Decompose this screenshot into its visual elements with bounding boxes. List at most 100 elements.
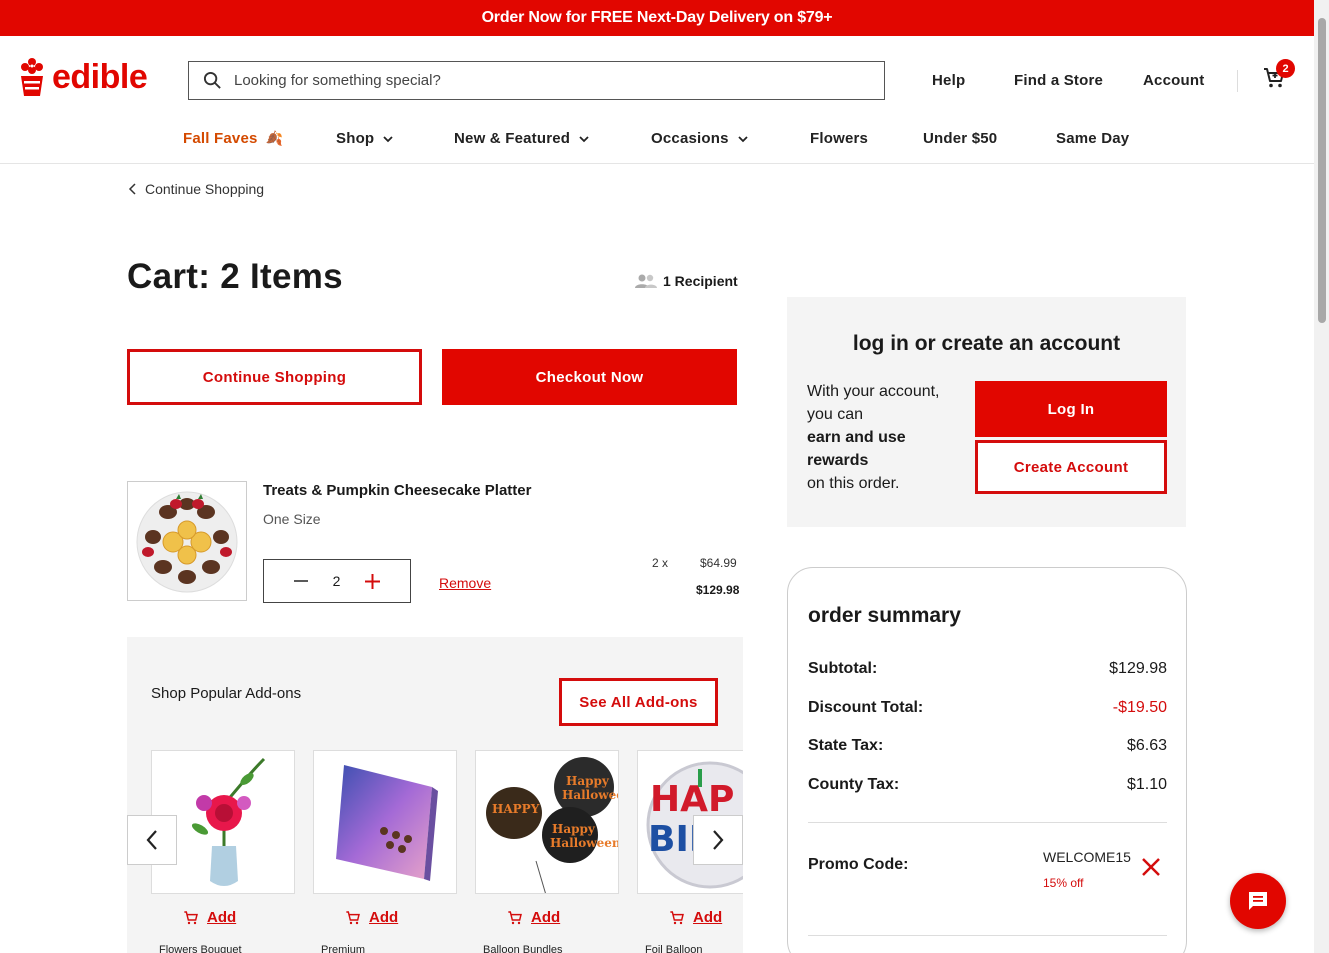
nav-new-featured[interactable]: New & Featured [454,130,590,147]
log-in-button[interactable]: Log In [975,381,1167,437]
nav-flowers[interactable]: Flowers [810,130,868,147]
cart-count-badge: 2 [1276,59,1295,78]
create-account-button[interactable]: Create Account [975,440,1167,494]
chat-button[interactable] [1230,873,1286,929]
login-text-2: on this order. [807,475,900,492]
nav-fall-faves-label: Fall Faves [183,130,258,147]
addon-add-button[interactable]: Add [507,909,560,926]
header-divider [1237,70,1238,92]
addon-add-label: Add [531,909,561,926]
nav-flowers-label: Flowers [810,130,869,147]
chevron-left-icon [128,183,136,195]
svg-text:Happy: Happy [552,822,596,836]
addon-name: Premium [321,944,366,953]
nav-same-day-label: Same Day [1056,130,1130,147]
addon-add-label: Add [207,909,237,926]
recipient-count: 1 Recipient [635,273,738,289]
page-title: Cart: 2 Items [127,257,343,296]
login-panel: log in or create an account With your ac… [787,297,1186,527]
summary-label: Subtotal: [808,660,878,677]
search-bar[interactable] [188,61,885,100]
chat-icon [1249,892,1267,910]
remove-link[interactable]: Remove [439,575,491,591]
checkout-now-button[interactable]: Checkout Now [442,349,737,405]
summary-divider [808,822,1167,823]
summary-row-discount: Discount Total: -$19.50 [808,699,1167,717]
carousel-prev-button[interactable] [127,815,177,865]
svg-text:HAP: HAP [650,779,734,820]
summary-label: State Tax: [808,737,884,754]
login-text-bold: earn and use rewards [807,429,906,469]
find-store-link[interactable]: Find a Store [1014,72,1103,89]
cart-button[interactable]: 2 [1262,59,1295,92]
chevron-down-icon [383,135,393,142]
help-link[interactable]: Help [932,72,965,89]
nav-same-day[interactable]: Same Day [1056,130,1129,147]
see-all-addons-button[interactable]: See All Add-ons [559,678,718,726]
svg-text:Halloween: Halloween [562,788,619,802]
minus-icon[interactable] [294,574,308,588]
summary-value: $1.10 [1126,776,1167,793]
addon-add-button[interactable]: Add [183,909,236,926]
nav-shop[interactable]: Shop [336,130,394,147]
unit-count: 2 x [652,556,669,570]
login-text-1: With your account, you can [807,383,940,423]
chevron-down-icon [738,135,748,142]
cart-plus-icon [508,910,522,924]
summary-row-county-tax: County Tax: $1.10 [808,776,1167,794]
nav-occasions[interactable]: Occasions [651,130,749,147]
addons-title: Shop Popular Add-ons [151,685,302,702]
site-header: edible Help Find a Store Account 2 Fall … [0,36,1314,164]
nav-new-featured-label: New & Featured [454,130,571,147]
chevron-left-icon [146,830,157,850]
page-scrollbar[interactable] [1314,0,1329,953]
logo-icon [21,58,43,96]
scrollbar-thumb[interactable] [1318,18,1326,323]
cart-plus-icon [346,910,360,924]
order-summary: order summary Subtotal: $129.98 Discount… [787,567,1187,953]
svg-text:Halloween: Halloween [550,836,619,850]
summary-row-state-tax: State Tax: $6.63 [808,737,1167,755]
nav-occasions-label: Occasions [651,130,729,147]
summary-row-subtotal: Subtotal: $129.98 [808,660,1167,678]
search-input[interactable] [234,72,884,89]
summary-divider [808,935,1167,936]
close-icon[interactable] [1140,856,1162,878]
plus-icon[interactable] [364,573,380,589]
quantity-value[interactable]: 2 [333,573,341,589]
balloon-bundle-image: HappyHalloween HappyHalloween HAPPY [486,757,619,893]
account-link[interactable]: Account [1143,72,1204,89]
addon-add-button[interactable]: Add [345,909,398,926]
promo-code-value: WELCOME15 [1043,849,1131,865]
carousel-next-button[interactable] [693,815,743,865]
promo-code-label: Promo Code: [808,856,909,873]
addon-card[interactable] [313,750,457,894]
addon-card[interactable]: HappyHalloween HappyHalloween HAPPY [475,750,619,894]
nav-under-50-label: Under $50 [923,130,998,147]
summary-value: $6.63 [1126,737,1167,754]
chocolate-box-image [336,765,438,881]
logo[interactable]: edible [18,56,148,98]
summary-label: County Tax: [808,776,900,793]
summary-value: -$19.50 [1112,699,1167,716]
login-title: log in or create an account [852,332,1121,355]
product-name[interactable]: Treats & Pumpkin Cheesecake Platter [263,482,531,499]
promo-banner[interactable]: Order Now for FREE Next-Day Delivery on … [0,0,1314,36]
summary-label: Discount Total: [808,699,924,716]
continue-shopping-button[interactable]: Continue Shopping [127,349,422,405]
platter-image [136,491,238,593]
chevron-down-icon [579,135,589,142]
svg-text:Happy: Happy [566,774,610,788]
nav-under-50[interactable]: Under $50 [923,130,997,147]
chevron-right-icon [713,830,724,850]
nav-fall-faves[interactable]: Fall Faves 🍂 [183,130,283,147]
continue-shopping-link[interactable]: Continue Shopping [128,181,264,197]
svg-text:HAPPY: HAPPY [492,802,540,816]
addon-add-button[interactable]: Add [669,909,722,926]
promo-banner-text: Order Now for FREE Next-Day Delivery on … [481,9,833,26]
addon-name: Balloon Bundles [483,944,563,953]
product-image[interactable] [127,481,247,601]
summary-value: $129.98 [1109,660,1167,677]
main-nav: Fall Faves 🍂 Shop New & Featured Occasio… [0,130,1314,154]
order-summary-title: order summary [808,604,961,627]
